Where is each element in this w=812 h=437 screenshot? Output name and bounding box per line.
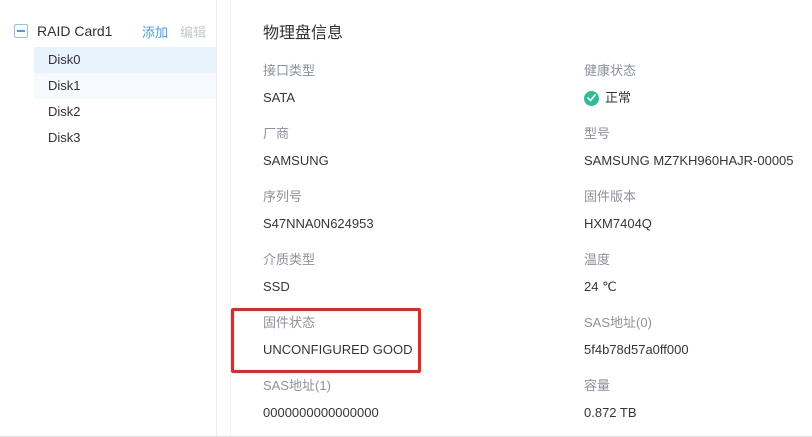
field-label: 健康状态 (584, 62, 812, 79)
field-model: 型号 SAMSUNG MZ7KH960HAJR-00005 (584, 125, 812, 169)
sidebar-item-disk2[interactable]: Disk2 (34, 99, 216, 125)
sidebar-item-disk0[interactable]: Disk0 (34, 47, 216, 73)
field-label: SAS地址(1) (263, 377, 584, 394)
field-value: 正常 (584, 90, 812, 106)
field-grid: 接口类型 SATA 健康状态 正常 厂商 SAMSUNG 型号 SAMSUNG … (263, 62, 812, 421)
status-text: 正常 (605, 90, 631, 106)
edit-link[interactable]: 编辑 (180, 22, 206, 41)
field-media-type: 介质类型 SSD (263, 251, 584, 295)
tree-node-raid-card[interactable]: RAID Card1 添加 编辑 (0, 20, 216, 42)
field-value: S47NNA0N624953 (263, 216, 584, 232)
field-label: 厂商 (263, 125, 584, 142)
field-firmware-version: 固件版本 HXM7404Q (584, 188, 812, 232)
tree-root-actions: 添加 编辑 (142, 22, 206, 41)
field-value: 0000000000000000 (263, 405, 584, 421)
field-sas-address-0: SAS地址(0) 5f4b78d57a0ff000 (584, 314, 812, 358)
field-serial-number: 序列号 S47NNA0N624953 (263, 188, 584, 232)
field-value: UNCONFIGURED GOOD (263, 342, 584, 358)
field-interface-type: 接口类型 SATA (263, 62, 584, 106)
field-value: 24 ℃ (584, 279, 812, 295)
field-sas-address-1: SAS地址(1) 0000000000000000 (263, 377, 584, 421)
field-firmware-state: 固件状态 UNCONFIGURED GOOD (263, 314, 584, 358)
field-capacity: 容量 0.872 TB (584, 377, 812, 421)
physical-disk-page: RAID Card1 添加 编辑 Disk0 Disk1 Disk2 Disk3… (0, 0, 812, 437)
field-health-status: 健康状态 正常 (584, 62, 812, 106)
field-label: 介质类型 (263, 251, 584, 268)
field-label: 型号 (584, 125, 812, 142)
field-vendor: 厂商 SAMSUNG (263, 125, 584, 169)
field-label: 容量 (584, 377, 812, 394)
field-value: 5f4b78d57a0ff000 (584, 342, 812, 358)
field-value: SATA (263, 90, 584, 106)
field-label: 固件版本 (584, 188, 812, 205)
field-label: 温度 (584, 251, 812, 268)
collapse-minus-icon[interactable] (14, 24, 28, 38)
field-value: SAMSUNG MZ7KH960HAJR-00005 (584, 153, 812, 169)
field-label: 固件状态 (263, 314, 584, 331)
field-temperature: 温度 24 ℃ (584, 251, 812, 295)
field-label: 接口类型 (263, 62, 584, 79)
raid-tree-sidebar: RAID Card1 添加 编辑 Disk0 Disk1 Disk2 Disk3 (0, 0, 217, 436)
field-value: HXM7404Q (584, 216, 812, 232)
physical-disk-panel: 物理盘信息 接口类型 SATA 健康状态 正常 厂商 SAMSUNG (230, 0, 812, 436)
field-label: 序列号 (263, 188, 584, 205)
check-circle-icon (584, 91, 599, 106)
disk-list: Disk0 Disk1 Disk2 Disk3 (0, 47, 216, 151)
add-link[interactable]: 添加 (142, 22, 168, 41)
sidebar-item-disk1[interactable]: Disk1 (34, 73, 216, 99)
field-value: 0.872 TB (584, 405, 812, 421)
field-label: SAS地址(0) (584, 314, 812, 331)
page-title: 物理盘信息 (263, 22, 812, 46)
field-value: SAMSUNG (263, 153, 584, 169)
sidebar-item-disk3[interactable]: Disk3 (34, 125, 216, 151)
raid-card-label: RAID Card1 (37, 23, 142, 39)
field-value: SSD (263, 279, 584, 295)
